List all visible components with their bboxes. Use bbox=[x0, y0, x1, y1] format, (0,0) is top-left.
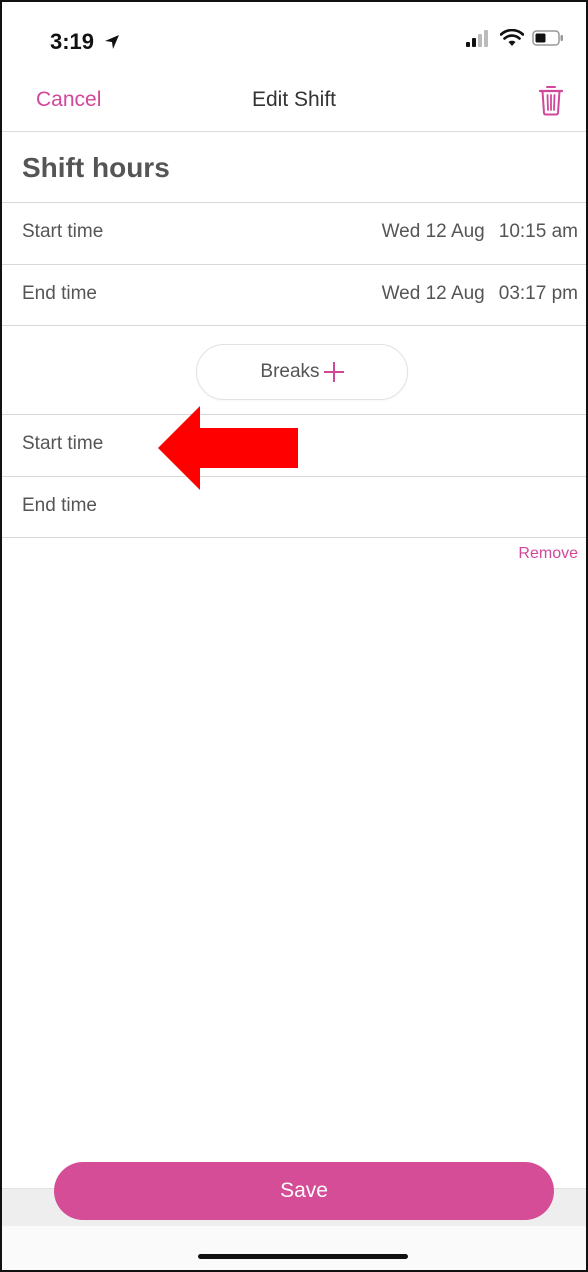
row-label: End time bbox=[22, 283, 97, 304]
start-date: Wed 12 Aug bbox=[381, 221, 485, 242]
row-label: End time bbox=[22, 495, 97, 516]
trash-icon[interactable] bbox=[538, 84, 564, 116]
nav-bar: Cancel Edit Shift bbox=[2, 74, 586, 132]
page-title: Edit Shift bbox=[251, 88, 337, 111]
status-bar: 3:19 bbox=[2, 2, 586, 72]
location-arrow-icon bbox=[104, 30, 120, 56]
battery-icon bbox=[532, 30, 564, 51]
add-break-button[interactable]: Breaks bbox=[196, 344, 408, 400]
status-time: 3:19 bbox=[50, 29, 120, 56]
wifi-icon bbox=[499, 28, 525, 52]
status-icons bbox=[466, 28, 564, 52]
end-time-value: 03:17 pm bbox=[498, 283, 578, 304]
divider bbox=[2, 325, 586, 326]
section-title-shift-hours: Shift hours bbox=[22, 152, 170, 183]
save-label: Save bbox=[280, 1179, 328, 1202]
shift-end-value[interactable]: Wed 12 Aug 03:17 pm bbox=[382, 283, 578, 305]
remove-break-link[interactable]: Remove bbox=[518, 545, 578, 563]
row-label: Start time bbox=[22, 433, 104, 454]
divider bbox=[2, 537, 586, 538]
start-time-value: 10:15 am bbox=[498, 221, 578, 242]
home-indicator[interactable] bbox=[198, 1254, 408, 1259]
row-label: Start time bbox=[22, 221, 104, 242]
shift-start-value[interactable]: Wed 12 Aug 10:15 am bbox=[382, 221, 578, 243]
breaks-label: Breaks bbox=[260, 361, 320, 382]
shift-end-time-row[interactable]: End time Wed 12 Aug 03:17 pm bbox=[2, 265, 586, 325]
save-button[interactable]: Save bbox=[54, 1162, 554, 1220]
cellular-signal-icon bbox=[466, 29, 492, 52]
end-date: Wed 12 Aug bbox=[381, 283, 485, 304]
plus-icon bbox=[323, 362, 344, 382]
annotation-arrow-icon bbox=[158, 406, 300, 490]
status-time-text: 3:19 bbox=[50, 29, 95, 54]
shift-start-time-row[interactable]: Start time Wed 12 Aug 10:15 am bbox=[2, 203, 586, 263]
phone-screen: 3:19 Cancel Edit Shift Shift hours Start… bbox=[0, 0, 588, 1272]
